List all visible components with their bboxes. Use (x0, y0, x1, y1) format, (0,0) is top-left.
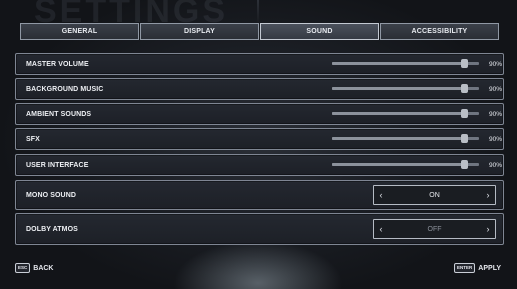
master-volume-slider-fill (332, 62, 465, 65)
esc-key-icon: ESC (15, 263, 31, 273)
chevron-right-icon: › (486, 190, 490, 200)
ambient-sounds-slider[interactable] (332, 109, 479, 118)
ambient-sounds-row: AMBIENT SOUNDS 90% (15, 103, 504, 125)
tab-display[interactable]: DISPLAY (140, 23, 259, 40)
ambient-sounds-label: AMBIENT SOUNDS (26, 110, 92, 118)
back-button[interactable]: ESC BACK (15, 263, 54, 273)
chevron-left-icon: ‹ (379, 224, 383, 234)
background-music-slider[interactable] (332, 84, 479, 93)
sfx-slider-fill (332, 137, 465, 140)
apply-button[interactable]: ENTER APPLY (454, 263, 501, 273)
master-volume-slider-thumb[interactable] (461, 59, 469, 68)
user-interface-slider[interactable] (332, 160, 479, 169)
user-interface-value: 90% (488, 161, 502, 169)
mono-sound-label: MONO SOUND (26, 191, 76, 199)
tab-general-label: GENERAL (61, 28, 98, 35)
dolby-atmos-row: DOLBY ATMOS ‹ OFF › (15, 213, 504, 245)
chevron-right-icon: › (486, 224, 490, 234)
background-music-row: BACKGROUND MUSIC 90% (15, 78, 504, 100)
background-music-slider-thumb[interactable] (461, 84, 469, 93)
tab-bar: GENERAL DISPLAY SOUND ACCESSIBILITY (20, 23, 499, 40)
enter-key-icon: ENTER (454, 263, 476, 273)
mono-sound-row: MONO SOUND ‹ ON › (15, 180, 504, 210)
tab-accessibility-label: ACCESSIBILITY (411, 28, 468, 35)
background-music-slider-fill (332, 87, 465, 90)
mono-sound-value: ON (429, 191, 440, 199)
tab-display-label: DISPLAY (183, 28, 216, 35)
back-label: BACK (33, 264, 54, 272)
background-music-label: BACKGROUND MUSIC (26, 85, 104, 93)
dolby-atmos-next-button[interactable]: › (482, 220, 494, 238)
master-volume-row: MASTER VOLUME 90% (15, 53, 504, 75)
sfx-label: SFX (26, 135, 40, 143)
dolby-atmos-selector: ‹ OFF › (373, 219, 496, 239)
sfx-value: 90% (488, 135, 502, 143)
ambient-sounds-value: 90% (488, 110, 502, 118)
tab-sound[interactable]: SOUND (260, 23, 379, 40)
user-interface-slider-thumb[interactable] (461, 160, 469, 169)
user-interface-label: USER INTERFACE (26, 161, 89, 169)
sfx-slider-thumb[interactable] (461, 134, 469, 143)
mono-sound-selector: ‹ ON › (373, 185, 496, 205)
dolby-atmos-value: OFF (427, 225, 442, 233)
tab-accessibility[interactable]: ACCESSIBILITY (380, 23, 499, 40)
sfx-row: SFX 90% (15, 128, 504, 150)
tab-sound-label: SOUND (306, 28, 333, 35)
user-interface-slider-fill (332, 163, 465, 166)
tab-general[interactable]: GENERAL (20, 23, 139, 40)
ambient-sounds-slider-thumb[interactable] (461, 109, 469, 118)
master-volume-value: 90% (488, 60, 502, 68)
mono-sound-next-button[interactable]: › (482, 186, 494, 204)
chevron-left-icon: ‹ (379, 190, 383, 200)
dolby-atmos-label: DOLBY ATMOS (26, 225, 78, 233)
dolby-atmos-prev-button[interactable]: ‹ (375, 220, 387, 238)
apply-label: APPLY (478, 264, 501, 272)
master-volume-label: MASTER VOLUME (26, 60, 89, 68)
sfx-slider[interactable] (332, 134, 479, 143)
mono-sound-prev-button[interactable]: ‹ (375, 186, 387, 204)
user-interface-row: USER INTERFACE 90% (15, 154, 504, 176)
master-volume-slider[interactable] (332, 59, 479, 68)
background-music-value: 90% (488, 85, 502, 93)
ambient-sounds-slider-fill (332, 112, 465, 115)
